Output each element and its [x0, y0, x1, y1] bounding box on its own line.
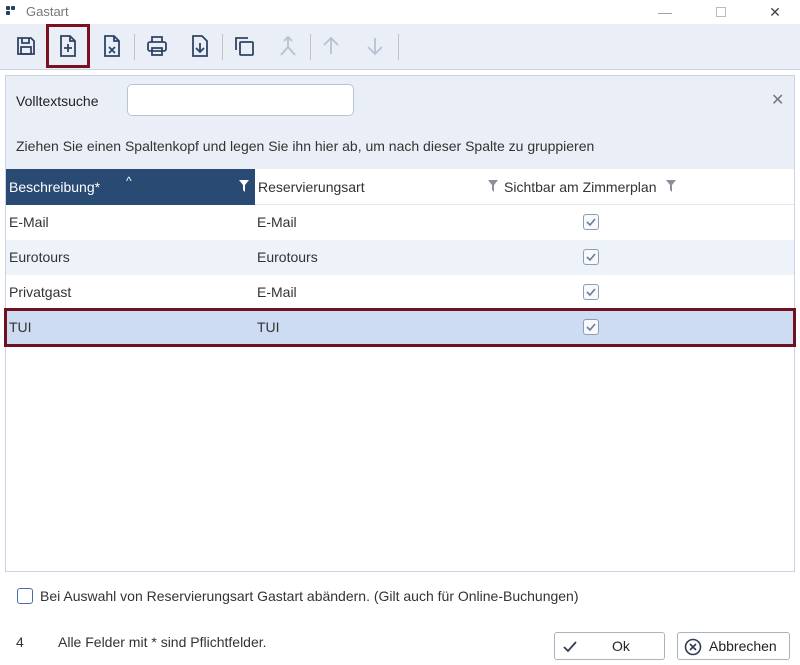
cell-reservierungsart: E-Mail [257, 284, 297, 300]
search-input[interactable] [127, 84, 354, 116]
group-panel-hint: Ziehen Sie einen Spaltenkopf und legen S… [16, 138, 595, 154]
delete-document-icon [104, 35, 120, 57]
search-area: Volltextsuche ✕ Ziehen Sie einen Spalten… [6, 76, 794, 169]
search-label: Volltextsuche [16, 93, 99, 109]
close-window-button[interactable]: ✕ [752, 0, 798, 24]
column-header-label: Beschreibung* [9, 179, 101, 195]
sort-ascending-icon: ^ [126, 174, 132, 188]
check-icon [586, 253, 596, 262]
toolbar-separator [134, 34, 135, 60]
checkmark-icon [563, 641, 577, 653]
column-header-sichtbar[interactable]: Sichtbar am Zimmerplan [501, 169, 671, 205]
cell-reservierungsart: Eurotours [257, 249, 318, 265]
table-row[interactable]: Eurotours Eurotours [6, 240, 794, 275]
arrow-up-icon [323, 36, 339, 54]
arrow-down-icon [367, 38, 383, 56]
close-icon: ✕ [769, 4, 781, 20]
maximize-button[interactable] [698, 0, 744, 24]
cell-beschreibung: Privatgast [9, 284, 72, 300]
cell-reservierungsart: E-Mail [257, 214, 297, 230]
column-header-label: Sichtbar am Zimmerplan [504, 179, 657, 195]
clear-search-icon[interactable]: ✕ [771, 90, 784, 110]
merge-button[interactable] [270, 28, 306, 64]
print-icon [147, 36, 167, 56]
required-fields-hint: Alle Felder mit * sind Pflichtfelder. [58, 634, 267, 650]
minimize-button[interactable]: — [642, 0, 688, 24]
delete-button[interactable] [94, 28, 130, 64]
record-count: 4 [16, 634, 24, 650]
move-up-button[interactable] [313, 28, 349, 64]
ok-label: Ok [612, 638, 630, 654]
change-guest-type-label[interactable]: Bei Auswahl von Reservierungsart Gastart… [40, 588, 579, 604]
title-bar: Gastart — ✕ [0, 0, 800, 24]
minimize-icon: — [658, 4, 672, 20]
filter-icon[interactable] [488, 180, 498, 192]
cell-beschreibung: Eurotours [9, 249, 70, 265]
copy-icon [235, 37, 254, 56]
cell-beschreibung: E-Mail [9, 214, 49, 230]
window-title: Gastart [26, 4, 69, 19]
sichtbar-checkbox[interactable] [583, 319, 599, 335]
cancel-button[interactable]: Abbrechen [677, 632, 790, 660]
grid-header: Beschreibung* ^ Reservierungsart Sichtba… [6, 169, 794, 205]
print-button[interactable] [139, 28, 175, 64]
toolbar [0, 24, 800, 70]
app-logo-icon [6, 6, 16, 16]
filter-icon[interactable] [666, 180, 676, 192]
table-row[interactable]: TUI TUI [4, 308, 796, 347]
cancel-circle-icon [684, 638, 702, 656]
column-header-reservierungsart[interactable]: Reservierungsart [255, 169, 485, 205]
ok-button[interactable]: Ok [554, 632, 665, 660]
check-icon [586, 288, 596, 297]
column-header-label: Reservierungsart [258, 179, 365, 195]
export-icon [192, 35, 208, 57]
sichtbar-checkbox[interactable] [583, 214, 599, 230]
check-icon [586, 218, 596, 227]
new-document-icon [60, 35, 76, 57]
move-down-button[interactable] [357, 28, 393, 64]
sichtbar-checkbox[interactable] [583, 284, 599, 300]
merge-icon [280, 35, 296, 56]
grid-panel: Volltextsuche ✕ Ziehen Sie einen Spalten… [4, 75, 796, 572]
check-icon [586, 323, 596, 332]
filter-icon[interactable] [239, 180, 249, 192]
cell-reservierungsart: TUI [257, 319, 280, 335]
toolbar-separator [398, 34, 399, 60]
toolbar-separator [222, 34, 223, 60]
save-button[interactable] [8, 28, 44, 64]
save-icon [17, 37, 35, 55]
table-row[interactable]: E-Mail E-Mail [6, 205, 794, 240]
new-button[interactable] [46, 24, 90, 68]
export-button[interactable] [182, 28, 218, 64]
maximize-icon [716, 7, 726, 17]
table-row[interactable]: Privatgast E-Mail [6, 275, 794, 310]
cancel-label: Abbrechen [709, 638, 777, 654]
toolbar-separator [310, 34, 311, 60]
copy-button[interactable] [226, 28, 262, 64]
sichtbar-checkbox[interactable] [583, 249, 599, 265]
cell-beschreibung: TUI [9, 319, 32, 335]
column-header-beschreibung[interactable]: Beschreibung* ^ [6, 169, 255, 205]
change-guest-type-checkbox[interactable] [17, 588, 33, 604]
